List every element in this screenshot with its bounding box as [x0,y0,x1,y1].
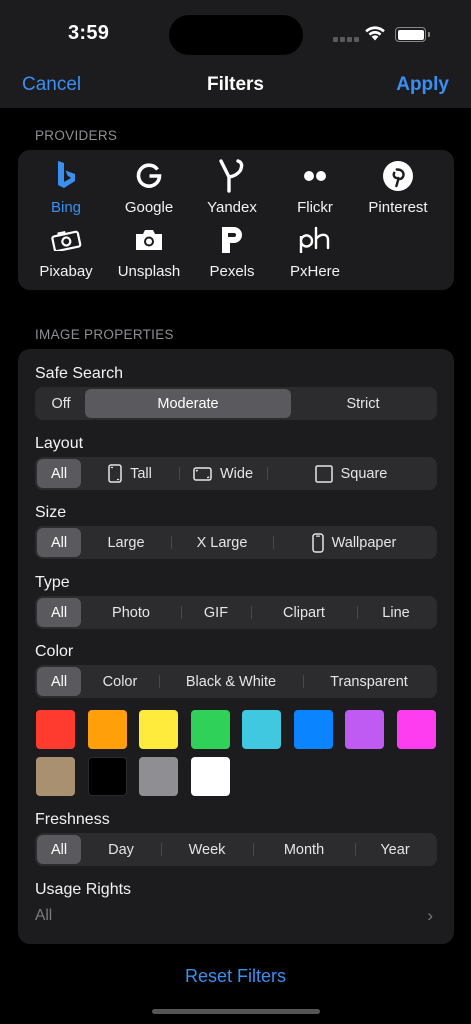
layout-option-all[interactable]: All [37,459,81,488]
color-swatch[interactable] [293,710,333,749]
usage-rights-label: Usage Rights [35,881,132,898]
battery-icon [395,27,430,42]
layout-label: Layout [35,435,84,452]
status-bar: 3:59 [0,0,471,64]
pixabay-icon [24,222,108,258]
color-swatch[interactable] [87,710,127,749]
reset-filters-button[interactable]: Reset Filters [0,966,471,987]
dynamic-island [169,15,303,55]
safe-search-segmented-control[interactable]: Off Moderate Strict [35,387,437,420]
color-option-color[interactable]: Color [81,667,159,696]
safe-search-label: Safe Search [35,365,124,382]
layout-option-wide[interactable]: Wide [179,459,267,488]
type-segmented-control[interactable]: All Photo GIF Clipart Line [35,596,437,629]
freshness-option-all[interactable]: All [37,835,81,864]
type-option-clipart[interactable]: Clipart [251,598,357,627]
provider-pexels[interactable]: Pexels [190,222,274,280]
yandex-icon [190,158,274,194]
bing-icon [24,158,108,194]
color-swatch[interactable] [139,757,178,796]
home-indicator [152,1009,320,1014]
wifi-icon [365,26,385,41]
tall-layout-icon [108,464,122,483]
size-option-x-large[interactable]: X Large [171,528,273,557]
flickr-icon [273,158,357,194]
apply-button[interactable]: Apply [396,74,449,96]
freshness-option-month[interactable]: Month [253,835,355,864]
size-segmented-control[interactable]: All Large X Large Wallpaper [35,526,437,559]
pxhere-icon [273,222,357,258]
color-swatch[interactable] [396,710,436,749]
usage-rights-value: All [35,907,53,924]
provider-pixabay[interactable]: Pixabay [24,222,108,280]
provider-yandex[interactable]: Yandex [190,158,274,216]
provider-google[interactable]: Google [107,158,191,216]
providers-section-header: PROVIDERS [35,128,118,143]
freshness-segmented-control[interactable]: All Day Week Month Year [35,833,437,866]
provider-flickr[interactable]: Flickr [273,158,357,216]
color-option-black-white[interactable]: Black & White [159,667,303,696]
color-swatch[interactable] [345,710,384,749]
freshness-option-year[interactable]: Year [355,835,435,864]
provider-pxhere[interactable]: PxHere [273,222,357,280]
layout-segmented-control[interactable]: All Tall Wide Square [35,457,437,490]
image-properties-section-header: IMAGE PROPERTIES [35,327,174,342]
safe-search-option-moderate[interactable]: Moderate [85,389,291,418]
color-swatch[interactable] [190,757,230,796]
type-label: Type [35,574,70,591]
cellular-signal-icon [333,37,359,43]
color-swatch[interactable] [190,710,230,749]
color-swatch[interactable] [139,710,178,749]
color-option-transparent[interactable]: Transparent [303,667,435,696]
square-layout-icon [314,464,333,483]
color-swatch[interactable] [242,710,281,749]
layout-option-tall[interactable]: Tall [81,459,179,488]
provider-bing[interactable]: Bing [24,158,108,216]
filters-content: PROVIDERS Bing Google Yandex Flickr Pint… [0,108,471,1024]
size-option-all[interactable]: All [37,528,81,557]
provider-unsplash[interactable]: Unsplash [107,222,191,280]
color-label: Color [35,643,74,660]
color-option-all[interactable]: All [37,667,81,696]
wide-layout-icon [193,466,212,481]
providers-card: Bing Google Yandex Flickr Pinterest Pixa… [18,150,454,290]
phone-wallpaper-icon [311,532,324,553]
image-properties-card: Safe Search Off Moderate Strict Layout A… [18,349,454,944]
pexels-icon [190,222,274,258]
unsplash-icon [107,222,191,258]
freshness-option-week[interactable]: Week [161,835,253,864]
freshness-option-day[interactable]: Day [81,835,161,864]
google-icon [107,158,191,194]
provider-pinterest[interactable]: Pinterest [356,158,440,216]
pinterest-icon [356,158,440,194]
color-swatch[interactable] [36,710,75,749]
type-option-all[interactable]: All [37,598,81,627]
type-option-photo[interactable]: Photo [81,598,181,627]
safe-search-option-off[interactable]: Off [37,389,85,418]
safe-search-option-strict[interactable]: Strict [291,389,435,418]
chevron-right-icon: › [427,906,433,925]
freshness-label: Freshness [35,811,110,828]
size-option-large[interactable]: Large [81,528,171,557]
navigation-bar: Cancel Filters Apply [0,64,471,108]
status-time: 3:59 [68,22,110,44]
size-label: Size [35,504,67,521]
type-option-gif[interactable]: GIF [181,598,251,627]
size-option-wallpaper[interactable]: Wallpaper [273,528,435,557]
color-swatch[interactable] [36,757,75,796]
layout-option-square[interactable]: Square [267,459,435,488]
type-option-line[interactable]: Line [357,598,435,627]
color-swatch[interactable] [87,757,127,796]
color-segmented-control[interactable]: All Color Black & White Transparent [35,665,437,698]
